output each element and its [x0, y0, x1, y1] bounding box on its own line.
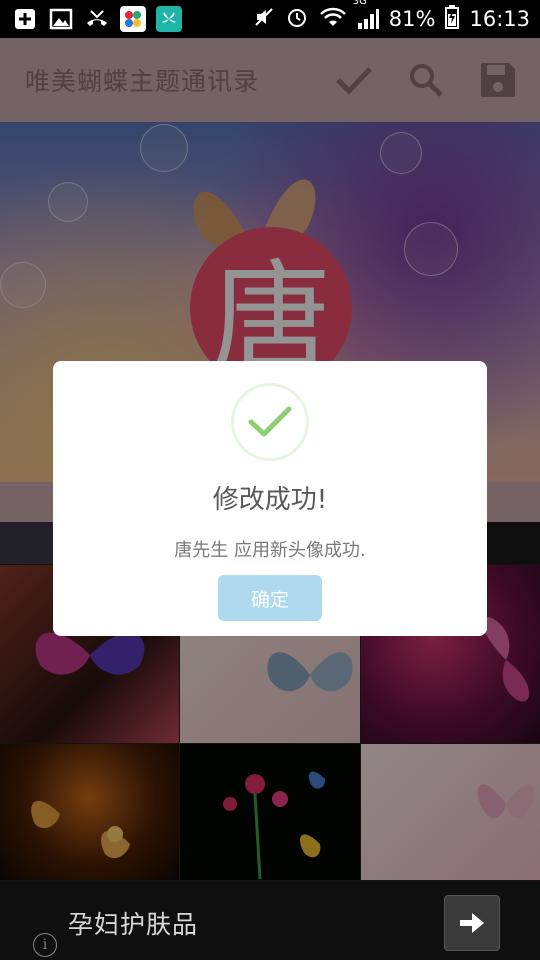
clock-time: 16:13 [469, 7, 530, 31]
plus-square-icon [12, 6, 38, 32]
battery-percent: 81% [388, 7, 436, 31]
wifi-icon [319, 6, 347, 33]
dialog-title: 修改成功! [212, 485, 328, 515]
signal-icon: 3G [353, 0, 379, 30]
ad-banner[interactable]: 孕妇护肤品 [30, 885, 510, 960]
missed-call-icon [84, 6, 110, 32]
image-icon [48, 6, 74, 32]
success-check-icon [231, 383, 309, 461]
success-dialog: 修改成功! 唐先生 应用新头像成功. 确定 [53, 361, 487, 636]
ad-arrow-button[interactable] [444, 894, 500, 951]
battery-charging-icon [445, 4, 460, 34]
confirm-button[interactable]: 确定 [218, 575, 322, 621]
huawei-app-icon [156, 6, 182, 32]
ad-text[interactable]: 孕妇护肤品 [68, 905, 198, 941]
dialog-message: 唐先生 应用新头像成功. [174, 540, 366, 561]
mute-icon [253, 6, 275, 33]
alarm-icon [285, 5, 309, 34]
status-bar: 3G 81% 16:13 [0, 0, 540, 38]
app-store-icon [120, 6, 146, 32]
ad-info-icon[interactable]: i [33, 933, 57, 957]
arrow-right-icon [460, 912, 484, 933]
network-label: 3G [352, 0, 367, 7]
